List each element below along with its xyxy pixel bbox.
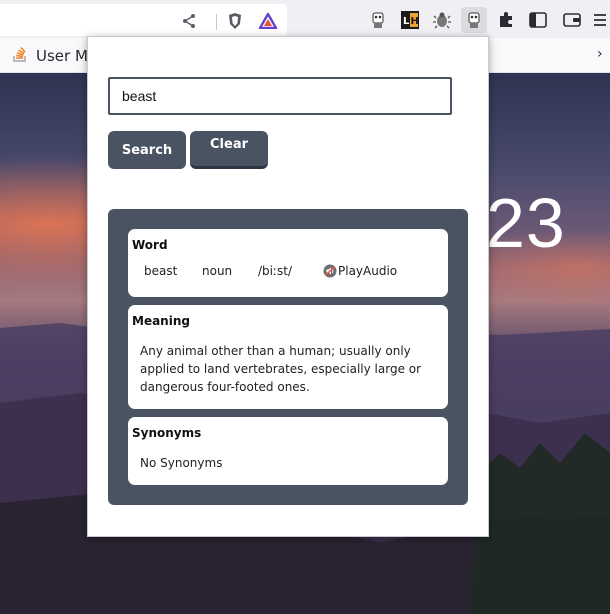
- new-tab-clock: 23: [486, 184, 566, 262]
- part-of-speech: noun: [202, 264, 233, 278]
- word-card-title: Word: [132, 238, 168, 252]
- synonyms-card: Synonyms No Synonyms: [128, 417, 448, 485]
- share-icon[interactable]: [180, 12, 198, 30]
- bookmark-user-manual[interactable]: User Ma: [12, 45, 97, 67]
- brave-shield-icon[interactable]: [226, 12, 244, 30]
- meaning-card-title: Meaning: [132, 314, 190, 328]
- extension-bug-icon[interactable]: [429, 7, 455, 33]
- phonetic-text: /biːst/: [258, 264, 293, 278]
- svg-text:H: H: [411, 16, 419, 27]
- bookmarks-chevron-icon[interactable]: ›: [597, 46, 603, 62]
- menu-hamburger-icon[interactable]: [590, 7, 610, 33]
- synonyms-text: No Synonyms: [140, 456, 223, 470]
- extension-robot-active-icon[interactable]: [461, 7, 487, 33]
- play-audio-link[interactable]: PlayAudio: [323, 262, 397, 280]
- extension-lh-icon[interactable]: LH: [397, 7, 423, 33]
- synonyms-card-title: Synonyms: [132, 426, 202, 440]
- url-bar[interactable]: [0, 4, 287, 36]
- sidebar-toggle-icon[interactable]: [525, 7, 551, 33]
- dictionary-extension-popup: Search Clear Word beast noun /biːst/ Pla…: [87, 36, 489, 537]
- word-text: beast: [144, 264, 178, 278]
- meaning-text: Any animal other than a human; usually o…: [140, 344, 422, 394]
- extensions-puzzle-icon[interactable]: [493, 7, 519, 33]
- svg-text:L: L: [403, 16, 410, 27]
- speaker-icon: [323, 264, 337, 278]
- clear-button[interactable]: Clear: [190, 131, 268, 169]
- search-input[interactable]: [108, 77, 452, 115]
- brave-rewards-icon[interactable]: [259, 12, 277, 30]
- extension-robot-icon[interactable]: [365, 7, 391, 33]
- meaning-card: Meaning Any animal other than a human; u…: [128, 305, 448, 409]
- wallet-icon[interactable]: [559, 7, 585, 33]
- stackoverflow-icon: [12, 45, 28, 67]
- browser-toolbar: LH: [0, 0, 610, 38]
- play-audio-label: PlayAudio: [338, 264, 398, 278]
- word-card: Word beast noun /biːst/ PlayAudio: [128, 229, 448, 297]
- search-button[interactable]: Search: [108, 131, 186, 169]
- result-panel: Word beast noun /biːst/ PlayAudio Meanin…: [108, 209, 468, 505]
- url-separator: [216, 14, 217, 30]
